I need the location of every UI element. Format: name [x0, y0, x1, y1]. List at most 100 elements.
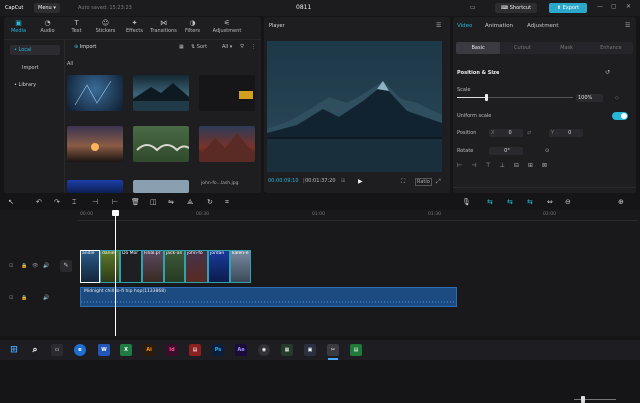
- playhead[interactable]: [115, 210, 116, 336]
- video-clip[interactable]: jack-an: [164, 250, 185, 283]
- scale-input[interactable]: 100%: [576, 94, 603, 102]
- obs-icon[interactable]: ◉: [258, 344, 270, 356]
- video-clip[interactable]: kalen-e: [230, 250, 251, 283]
- zoom-in-icon[interactable]: ⊕: [618, 198, 624, 206]
- subtab-enhance[interactable]: Enhance: [589, 42, 633, 54]
- uniform-scale-toggle[interactable]: [612, 112, 628, 120]
- layout-icon[interactable]: ▭: [470, 4, 476, 11]
- capcut-taskbar-icon[interactable]: ✂: [327, 344, 339, 356]
- media-thumb-andie[interactable]: [67, 75, 123, 111]
- excel-icon[interactable]: X: [120, 344, 132, 356]
- position-y-input[interactable]: Y0: [549, 129, 583, 137]
- app-icon[interactable]: ▣: [304, 344, 316, 356]
- track-lock-icon[interactable]: ⊡: [9, 263, 13, 269]
- illustrator-icon[interactable]: Ai: [143, 344, 155, 356]
- microphone-icon[interactable]: 🎙: [462, 198, 471, 206]
- video-clip[interactable]: Do Mor: [120, 250, 142, 283]
- zoom-out-icon[interactable]: ⊖: [565, 198, 571, 206]
- link-clips-icon[interactable]: ⇆: [487, 198, 493, 206]
- media-thumb-partial[interactable]: [133, 180, 189, 193]
- undo-icon[interactable]: ↶: [36, 198, 42, 206]
- reverse-icon[interactable]: ⇋: [168, 198, 174, 206]
- select-tool-icon[interactable]: ↖: [8, 198, 14, 206]
- after-effects-icon[interactable]: Ae: [235, 344, 247, 356]
- tab-filters[interactable]: ◑ Filters: [178, 17, 207, 39]
- word-icon[interactable]: W: [98, 344, 110, 356]
- split-right-icon[interactable]: ⊢: [112, 198, 118, 206]
- sort-button[interactable]: ⇅ Sort: [191, 44, 207, 50]
- preview-axis-icon[interactable]: ⇆: [527, 198, 533, 206]
- zoom-slider-handle[interactable]: [581, 396, 585, 403]
- edge-icon[interactable]: e: [74, 344, 86, 356]
- track-lock-icon[interactable]: 🔒: [21, 263, 27, 269]
- filter-icon[interactable]: ⛛: [240, 44, 244, 50]
- media-thumb-domixe[interactable]: [199, 75, 255, 111]
- preview-canvas[interactable]: [267, 41, 442, 172]
- cover-edit-icon[interactable]: ✎: [60, 260, 72, 272]
- keyframe-icon[interactable]: ◇: [615, 95, 619, 101]
- player-menu-icon[interactable]: ☰: [436, 22, 441, 29]
- snap-icon[interactable]: ⇆: [507, 198, 513, 206]
- play-icon[interactable]: ▶: [358, 178, 363, 185]
- media-thumb-partial[interactable]: [67, 180, 123, 193]
- sidebar-item-import[interactable]: Import: [10, 63, 60, 73]
- panel-menu-icon[interactable]: ☰: [625, 22, 630, 29]
- export-button[interactable]: ⬆ Export: [549, 3, 587, 13]
- video-clip[interactable]: jordan: [208, 250, 230, 283]
- sidebar-item-local[interactable]: • Local: [10, 45, 60, 55]
- crop-icon[interactable]: ⌗: [225, 198, 229, 207]
- minimize-icon[interactable]: —: [597, 3, 603, 10]
- subtab-basic[interactable]: Basic: [456, 42, 501, 54]
- menu-button[interactable]: Menu ▾: [34, 3, 60, 13]
- media-thumb-final[interactable]: [67, 126, 123, 162]
- sidebar-item-library[interactable]: • Library: [10, 80, 60, 90]
- tab-adjustment[interactable]: Adjustment: [527, 23, 559, 29]
- indesign-icon[interactable]: Id: [166, 344, 178, 356]
- split-icon[interactable]: ⌶: [72, 198, 76, 207]
- playhead-handle[interactable]: [112, 210, 119, 216]
- media-thumb-jack[interactable]: [133, 126, 189, 162]
- task-view-icon[interactable]: ▭: [51, 344, 63, 356]
- photoshop-icon[interactable]: Ps: [212, 344, 224, 356]
- tab-adjustment[interactable]: ⚟ Adjustment: [207, 17, 247, 39]
- video-clip[interactable]: daniel: [100, 250, 120, 283]
- track-mute-icon[interactable]: 🔊: [43, 263, 49, 269]
- rotate-input[interactable]: 0°: [489, 147, 523, 155]
- video-clip[interactable]: Final.pr: [142, 250, 164, 283]
- rotate-icon[interactable]: ↻: [207, 198, 213, 206]
- tab-stickers[interactable]: ☺ Stickers: [91, 17, 120, 39]
- tab-animation[interactable]: Animation: [485, 23, 513, 29]
- fullscreen-icon[interactable]: ⤢: [436, 178, 441, 186]
- tab-audio[interactable]: ◔ Audio: [33, 17, 62, 39]
- mirror-icon[interactable]: ⟁: [187, 198, 193, 207]
- track-lock-icon[interactable]: ⊡: [9, 295, 13, 301]
- fit-timeline-icon[interactable]: ⇔: [547, 198, 553, 206]
- pdf-icon[interactable]: ▤: [189, 344, 201, 356]
- app-icon[interactable]: ▤: [350, 344, 362, 356]
- media-thumb-daniel[interactable]: [133, 75, 189, 111]
- tab-media[interactable]: ▣ Media: [4, 17, 33, 39]
- maximize-icon[interactable]: ▢: [611, 3, 617, 10]
- tab-effects[interactable]: ✦ Effects: [120, 17, 149, 39]
- ratio-button[interactable]: Ratio: [415, 178, 432, 186]
- grid-view-icon[interactable]: ▦: [179, 44, 184, 50]
- scale-slider-handle[interactable]: [485, 94, 488, 101]
- track-mute-icon[interactable]: 🔊: [43, 295, 49, 301]
- freeze-icon[interactable]: ◫: [150, 198, 157, 206]
- windows-start-icon[interactable]: ⊞: [8, 344, 20, 356]
- shortcut-button[interactable]: ⌨ Shortcut: [495, 3, 537, 13]
- rotate-dial-icon[interactable]: ⊙: [545, 148, 549, 154]
- video-clip[interactable]: andie: [80, 250, 100, 283]
- audio-clip[interactable]: Midnight chill lo-fi hip hop(1133868): [80, 287, 457, 307]
- tab-transitions[interactable]: ⋈ Transitions: [149, 17, 178, 39]
- redo-icon[interactable]: ↷: [54, 198, 60, 206]
- tab-text[interactable]: T Text: [62, 17, 91, 39]
- filter-all-button[interactable]: All ▾: [222, 44, 232, 50]
- search-icon[interactable]: ⌕: [29, 344, 41, 356]
- more-icon[interactable]: ⋮: [251, 44, 256, 50]
- position-x-input[interactable]: X0: [489, 129, 523, 137]
- link-icon[interactable]: ⇄: [527, 130, 531, 136]
- app-icon[interactable]: ▦: [281, 344, 293, 356]
- fit-icon[interactable]: ⛶: [401, 178, 405, 186]
- media-thumb-john[interactable]: [199, 126, 255, 162]
